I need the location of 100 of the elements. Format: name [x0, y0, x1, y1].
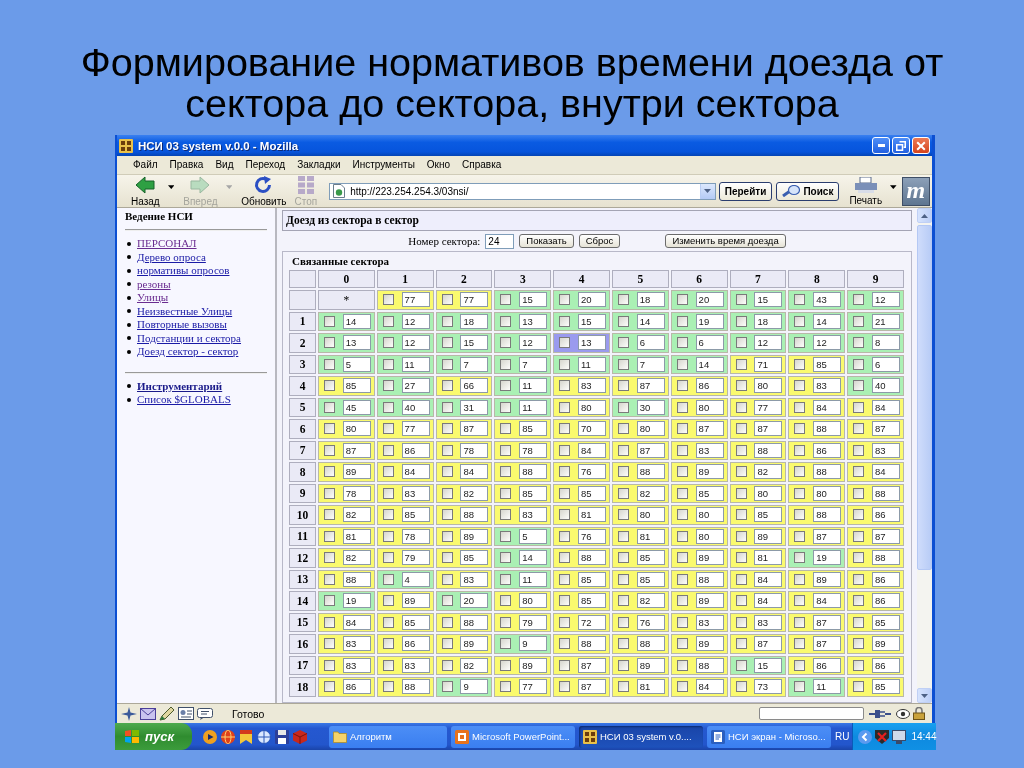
time-field[interactable]: 77 [754, 399, 783, 415]
checkbox[interactable] [794, 358, 806, 370]
time-field[interactable]: 6 [636, 335, 665, 351]
start-button[interactable]: пуск [115, 723, 192, 750]
time-field[interactable]: 20 [695, 292, 724, 308]
time-field[interactable]: 19 [342, 593, 371, 609]
time-field[interactable]: 89 [695, 636, 724, 652]
time-field[interactable]: 88 [754, 442, 783, 458]
time-field[interactable]: 43 [813, 292, 842, 308]
checkbox[interactable] [441, 401, 453, 413]
time-field[interactable]: 84 [872, 399, 900, 415]
time-field[interactable]: 19 [695, 313, 724, 329]
checkbox[interactable] [735, 358, 747, 370]
monitor-icon[interactable] [892, 729, 907, 744]
checkbox[interactable] [559, 466, 571, 478]
checkbox[interactable] [676, 509, 688, 521]
checkbox[interactable] [382, 509, 394, 521]
time-field[interactable]: 86 [872, 657, 900, 673]
dropdown-caret-icon[interactable] [167, 185, 175, 189]
action-button[interactable]: Сброс [578, 234, 621, 248]
chat-icon[interactable] [197, 707, 213, 720]
time-field[interactable]: 89 [695, 593, 724, 609]
checkbox[interactable] [500, 466, 512, 478]
time-field[interactable]: 88 [813, 464, 842, 480]
address-dropdown-button[interactable] [699, 183, 715, 199]
checkbox[interactable] [441, 573, 453, 585]
checkbox[interactable] [324, 401, 335, 413]
time-field[interactable]: 84 [401, 464, 430, 480]
menu-item[interactable]: Окно [420, 158, 457, 172]
menu-item[interactable]: Файл [127, 158, 164, 172]
time-field[interactable]: 86 [872, 571, 900, 587]
sidebar-link[interactable]: Доезд сектор - сектор [137, 345, 239, 359]
checkbox[interactable] [382, 423, 394, 435]
checkbox[interactable] [676, 358, 688, 370]
checkbox[interactable] [324, 380, 335, 392]
checkbox[interactable] [618, 423, 629, 435]
checkbox[interactable] [559, 358, 571, 370]
checkbox[interactable] [676, 681, 688, 693]
checkbox[interactable] [500, 681, 512, 693]
checkbox[interactable] [324, 337, 335, 349]
time-field[interactable]: 85 [695, 485, 724, 501]
time-field[interactable]: 71 [754, 356, 783, 372]
checkbox[interactable] [618, 509, 629, 521]
time-field[interactable]: 78 [460, 442, 489, 458]
time-field[interactable]: 81 [636, 528, 665, 544]
sector-number-field[interactable]: 24 [485, 233, 515, 249]
sidebar-link[interactable]: резоны [137, 277, 171, 291]
checkbox[interactable] [559, 530, 571, 542]
restore-button[interactable] [892, 137, 910, 154]
checkbox[interactable] [500, 294, 512, 306]
checkbox[interactable] [559, 595, 571, 607]
checkbox[interactable] [853, 401, 865, 413]
checkbox[interactable] [676, 444, 688, 456]
checkbox[interactable] [794, 681, 806, 693]
time-field[interactable]: 89 [695, 550, 724, 566]
time-field[interactable]: 31 [460, 399, 489, 415]
checkbox[interactable] [500, 595, 512, 607]
checkbox[interactable] [794, 423, 806, 435]
address-field[interactable]: http://223.254.254.3/03nsi/ [329, 182, 716, 200]
eye-icon[interactable] [896, 708, 910, 719]
checkbox[interactable] [324, 530, 335, 542]
checkbox[interactable] [676, 401, 688, 413]
checkbox[interactable] [735, 423, 747, 435]
checkbox[interactable] [794, 595, 806, 607]
reload-button[interactable]: Обновить [237, 174, 291, 208]
time-field[interactable]: 15 [754, 292, 783, 308]
checkbox[interactable] [559, 315, 571, 327]
checkbox[interactable] [853, 487, 865, 499]
checkbox[interactable] [441, 358, 453, 370]
time-field[interactable]: 19 [813, 550, 842, 566]
time-field[interactable]: 82 [342, 507, 371, 523]
checkbox[interactable] [382, 466, 394, 478]
time-field[interactable]: 89 [401, 593, 430, 609]
checkbox[interactable] [324, 616, 335, 628]
checkbox[interactable] [441, 530, 453, 542]
checkbox[interactable] [853, 509, 865, 521]
checkbox[interactable] [382, 444, 394, 456]
time-field[interactable]: 87 [813, 614, 842, 630]
checkbox[interactable] [853, 315, 865, 327]
time-field[interactable]: 85 [578, 593, 606, 609]
checkbox[interactable] [735, 509, 747, 521]
checkbox[interactable] [500, 401, 512, 413]
checkbox[interactable] [441, 380, 453, 392]
checkbox[interactable] [441, 616, 453, 628]
checkbox[interactable] [794, 294, 806, 306]
checkbox[interactable] [676, 638, 688, 650]
time-field[interactable]: 88 [519, 464, 548, 480]
time-field[interactable]: 18 [754, 313, 783, 329]
checkbox[interactable] [794, 466, 806, 478]
checkbox[interactable] [676, 573, 688, 585]
checkbox[interactable] [735, 530, 747, 542]
time-field[interactable]: 20 [460, 593, 489, 609]
checkbox[interactable] [500, 444, 512, 456]
globe-icon[interactable] [221, 729, 235, 744]
time-field[interactable]: 87 [872, 421, 900, 437]
time-field[interactable]: 80 [813, 485, 842, 501]
time-field[interactable]: 80 [342, 421, 371, 437]
checkbox[interactable] [500, 638, 512, 650]
checkbox[interactable] [676, 423, 688, 435]
time-field[interactable]: 7 [636, 356, 665, 372]
